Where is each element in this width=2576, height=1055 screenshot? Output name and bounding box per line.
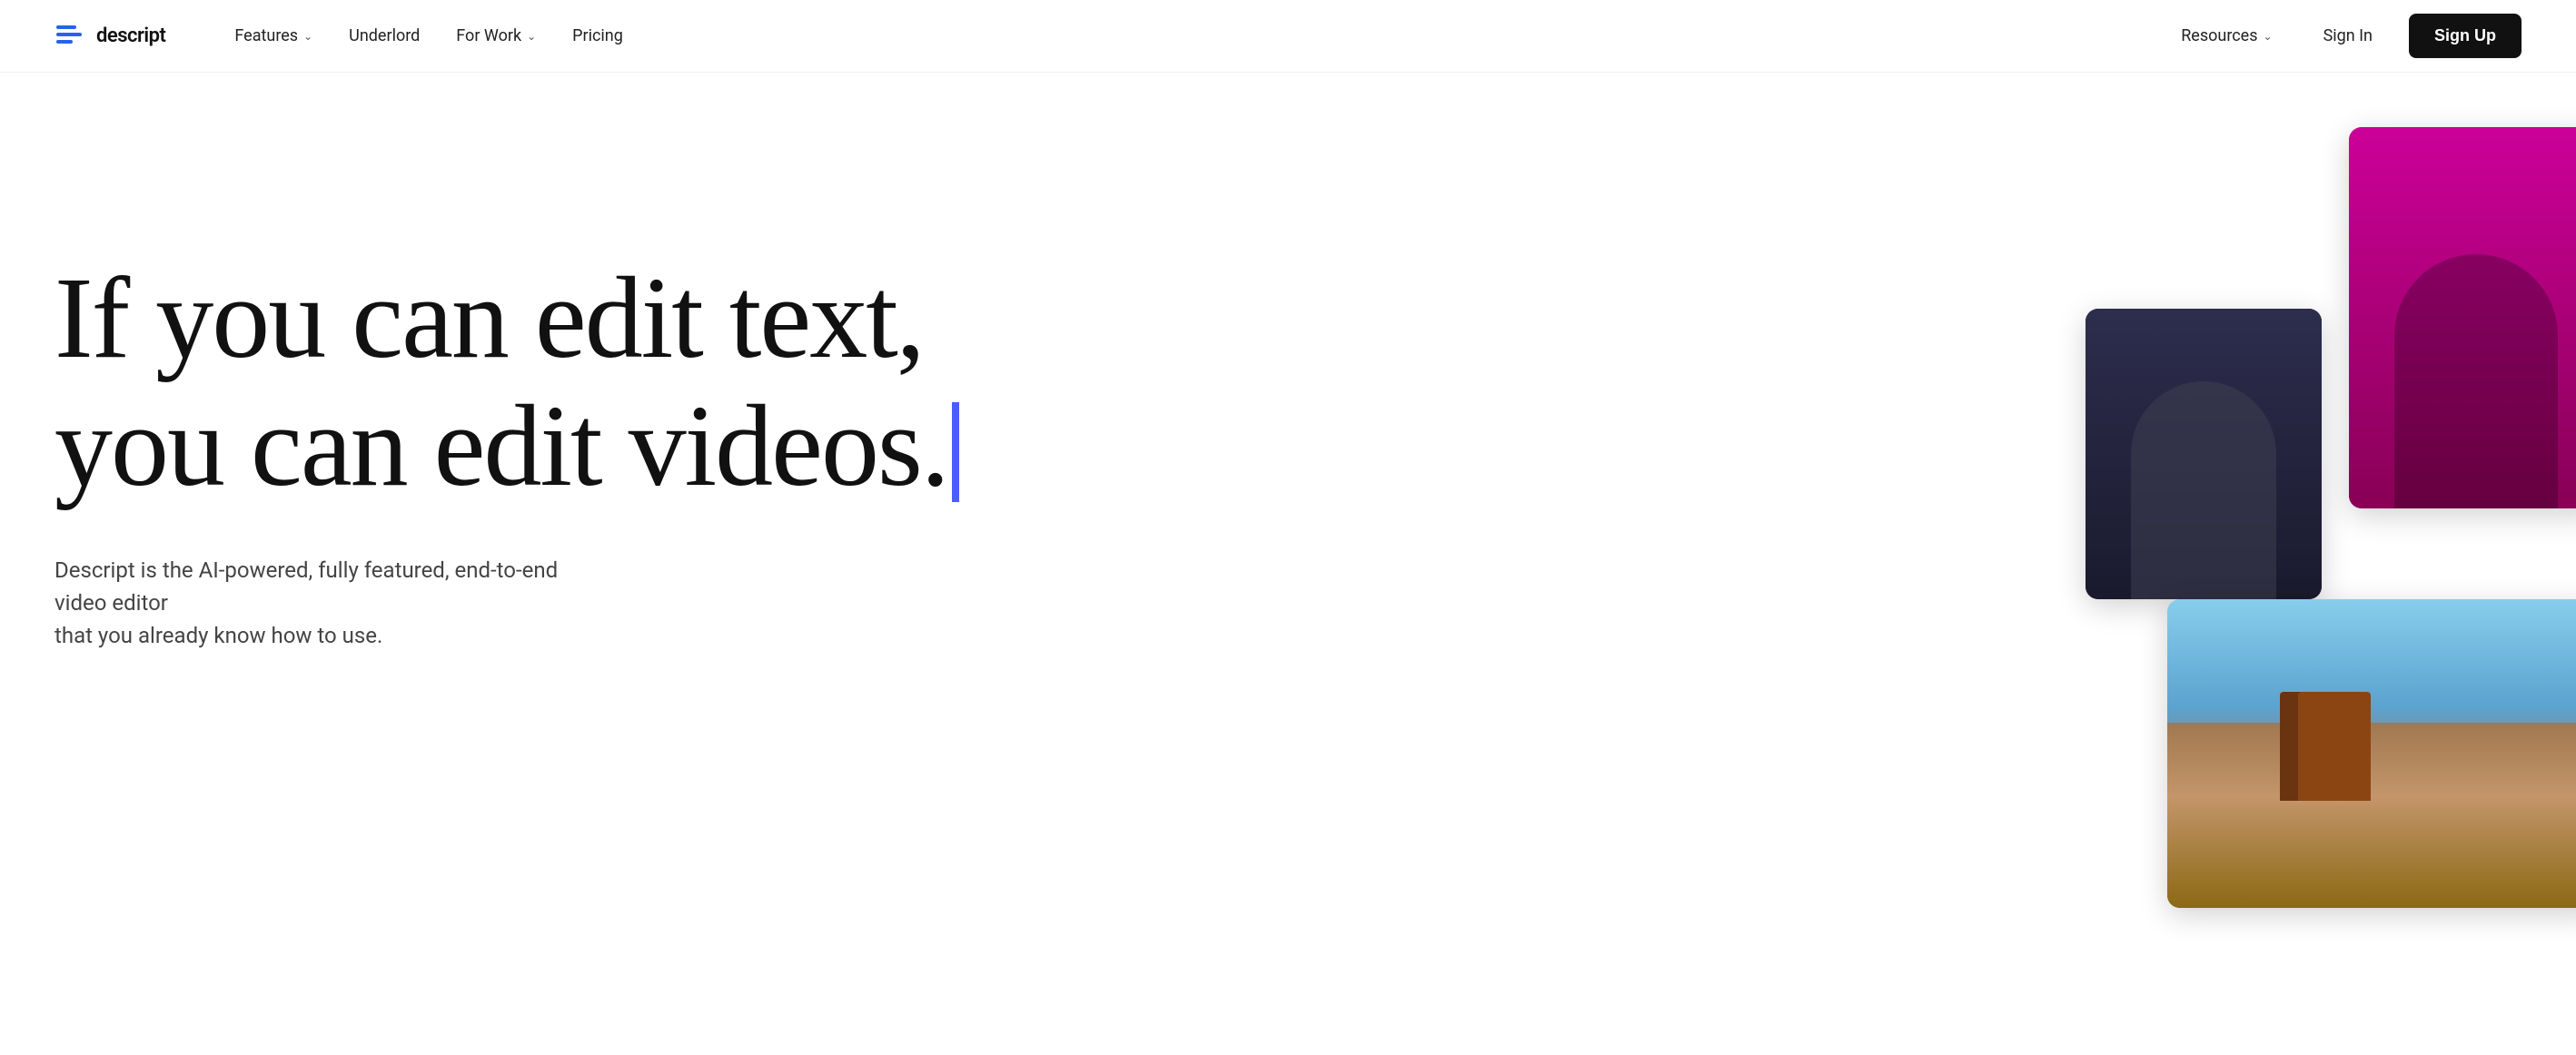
hero-section: If you can edit text, you can edit video… — [0, 73, 2576, 1055]
nav-item-for-work[interactable]: For Work ⌄ — [441, 19, 550, 53]
nav-item-resources[interactable]: Resources ⌄ — [2166, 19, 2286, 53]
signin-link[interactable]: Sign In — [2309, 19, 2387, 53]
signup-button[interactable]: Sign Up — [2409, 14, 2522, 58]
logo-text: descript — [96, 25, 165, 47]
hero-headline: If you can edit text, you can edit video… — [54, 254, 959, 510]
nav-right-items: Resources ⌄ Sign In Sign Up — [2166, 14, 2522, 58]
nav-item-underlord[interactable]: Underlord — [334, 19, 434, 53]
media-card-portrait-pink — [2349, 127, 2576, 508]
nav-left-items: Features ⌄ Underlord For Work ⌄ Pricing — [220, 19, 2166, 53]
nav-item-features[interactable]: Features ⌄ — [220, 19, 327, 53]
resources-chevron-icon: ⌄ — [2264, 30, 2273, 43]
hero-subtext: Descript is the AI-powered, fully featur… — [54, 554, 599, 652]
hero-content: If you can edit text, you can edit video… — [54, 182, 959, 1055]
navbar: descript Features ⌄ Underlord For Work ⌄… — [0, 0, 2576, 73]
media-card-portrait-dark — [2086, 309, 2322, 599]
hero-headline-line1: If you can edit text, — [54, 253, 924, 382]
cursor-bar-icon — [952, 402, 959, 502]
hero-media-area — [1967, 127, 2576, 1035]
media-card-landscape — [2167, 599, 2576, 908]
logo-icon — [54, 20, 87, 53]
hero-headline-line2: you can edit videos. — [54, 381, 948, 510]
features-chevron-icon: ⌄ — [303, 30, 312, 43]
nav-item-pricing[interactable]: Pricing — [558, 19, 638, 53]
logo-link[interactable]: descript — [54, 20, 165, 53]
for-work-chevron-icon: ⌄ — [527, 30, 536, 43]
